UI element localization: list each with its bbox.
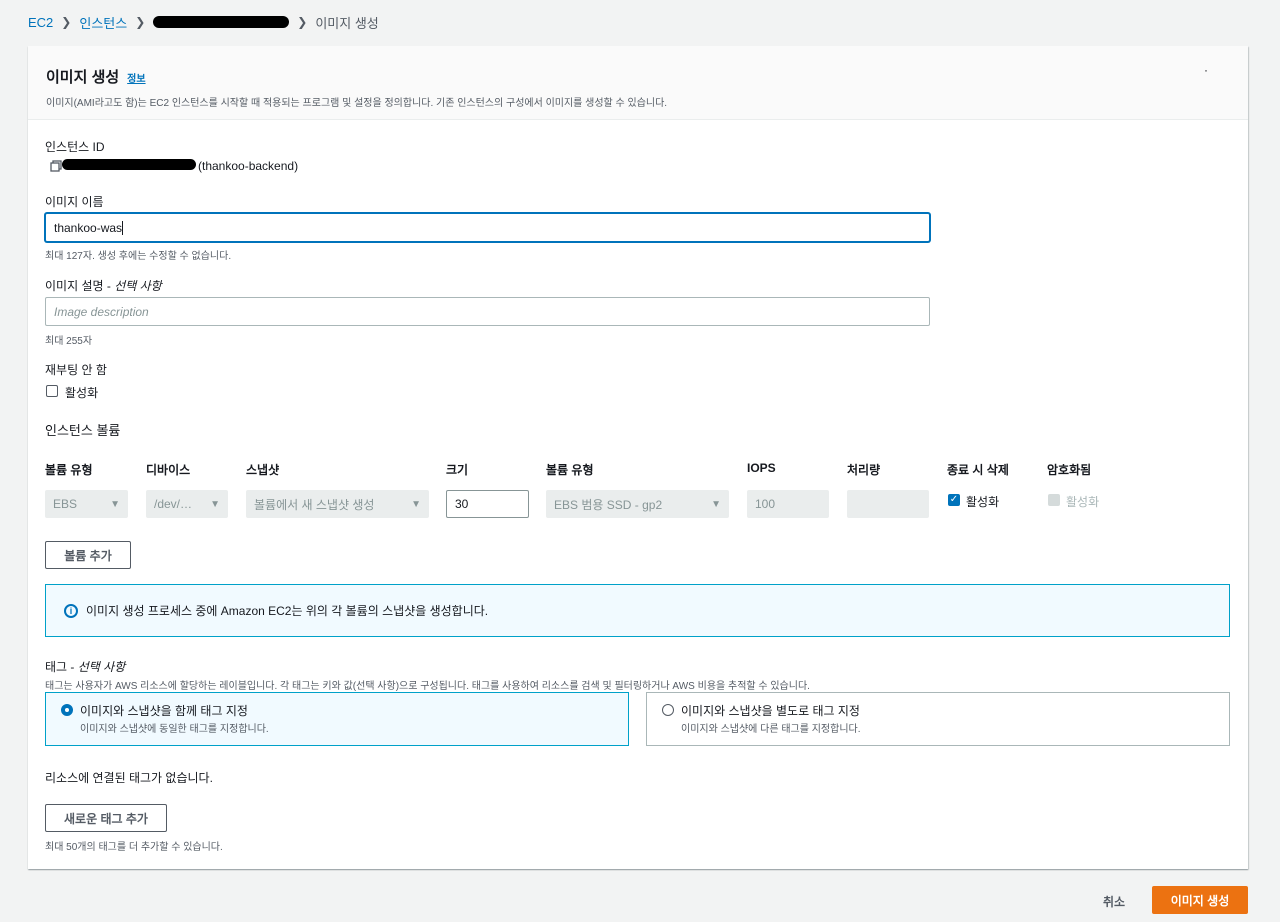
instance-id-label: 인스턴스 ID [45,140,105,154]
throughput-input[interactable] [847,490,929,518]
image-name-value: thankoo-was [54,220,123,235]
column-size: 크기 [446,463,469,477]
iops-value: 100 [755,497,776,511]
device-value: /dev/… [154,497,193,511]
tags-limit-hint: 최대 50개의 태그를 더 추가할 수 있습니다. [45,842,223,853]
check-icon: ✓ [949,494,959,505]
caret-down-icon: ▼ [711,498,721,510]
image-name-label: 이미지 이름 [45,195,104,209]
column-throughput: 처리량 [847,463,881,477]
breadcrumb: EC2 ❯ 인스턴스 ❯ ❯ 이미지 생성 [28,12,379,32]
volume-type-value: EBS [53,497,78,511]
image-description-hint: 최대 255자 [45,336,93,347]
optional-text: 선택 사항 [114,279,162,293]
tags-label-text: 태그 - [45,660,78,674]
dot-mark: · [1204,63,1208,77]
tag-separate-desc: 이미지와 스냅샷에 다른 태그를 지정합니다. [681,724,861,735]
tag-together-option[interactable]: 이미지와 스냅샷을 함께 태그 지정 이미지와 스냅샷에 동일한 태그를 지정합… [45,692,629,746]
no-reboot-checkbox-label: 활성화 [65,386,99,400]
iops-input[interactable]: 100 [747,490,829,518]
tags-description: 태그는 사용자가 AWS 리소스에 할당하는 레이블입니다. 각 태그는 키와 … [45,681,810,692]
column-encrypted: 암호화됨 [1047,463,1092,477]
column-volume-type: 볼륨 유형 [45,463,93,477]
cancel-button[interactable]: 취소 [1103,893,1125,910]
size-input[interactable]: 30 [446,490,529,518]
column-ebs-volume-type: 볼륨 유형 [546,463,594,477]
image-description-label-text: 이미지 설명 - [45,279,115,293]
add-volume-button[interactable]: 볼륨 추가 [45,541,131,569]
snapshot-select[interactable]: 볼륨에서 새 스냅샷 생성 ▼ [246,490,429,518]
breadcrumb-ec2-link[interactable]: EC2 [28,15,53,30]
no-reboot-label: 재부팅 안 함 [45,363,107,377]
add-new-tag-button[interactable]: 새로운 태그 추가 [45,804,167,832]
chevron-right-icon: ❯ [135,15,146,29]
encrypted-checkbox[interactable] [1048,494,1060,506]
ebs-volume-type-value: EBS 범용 SSD - gp2 [554,497,663,512]
breadcrumb-current: 이미지 생성 [315,15,379,31]
redacted-instance-id-value [62,159,196,170]
caret-down-icon: ▼ [110,498,120,510]
info-link[interactable]: 정보 [127,70,145,85]
volume-type-select[interactable]: EBS ▼ [45,490,128,518]
create-image-button[interactable]: 이미지 생성 [1152,886,1248,914]
panel-header: 이미지 생성 정보 이미지(AMI라고도 함)는 EC2 인스턴스를 시작할 때… [28,46,1248,120]
snapshot-value: 볼륨에서 새 스냅샷 생성 [254,497,375,512]
image-name-input[interactable]: thankoo-was [45,213,930,242]
tag-together-radio[interactable] [61,704,73,716]
ebs-volume-type-select[interactable]: EBS 범용 SSD - gp2 ▼ [546,490,729,518]
snapshot-info-alert: i 이미지 생성 프로세스 중에 Amazon EC2는 위의 각 볼륨의 스냅… [45,584,1230,637]
image-description-placeholder: Image description [54,304,149,319]
tag-separate-radio[interactable] [662,704,674,716]
copy-icon[interactable] [50,159,62,172]
image-name-hint: 최대 127자. 생성 후에는 수정할 수 없습니다. [45,251,232,262]
caret-down-icon: ▼ [411,498,421,510]
image-description-label: 이미지 설명 - 선택 사항 [45,277,162,294]
encrypted-label: 활성화 [1066,495,1100,509]
info-icon: i [64,603,78,618]
delete-on-termination-label: 활성화 [966,495,1000,509]
column-snapshot: 스냅샷 [246,463,280,477]
page-title: 이미지 생성 정보 [46,66,1230,87]
optional-text: 선택 사항 [77,660,126,674]
tag-together-title: 이미지와 스냅샷을 함께 태그 지정 [80,704,248,718]
tags-label: 태그 - 선택 사항 [45,658,125,675]
create-image-panel: 이미지 생성 정보 이미지(AMI라고도 함)는 EC2 인스턴스를 시작할 때… [28,46,1248,869]
tag-separate-title: 이미지와 스냅샷을 별도로 태그 지정 [681,704,860,718]
page-title-text: 이미지 생성 [46,69,120,86]
size-value: 30 [455,497,469,511]
image-description-input[interactable]: Image description [45,297,930,326]
chevron-right-icon: ❯ [297,15,308,29]
page-description: 이미지(AMI라고도 함)는 EC2 인스턴스를 시작할 때 적용되는 프로그램… [46,98,668,109]
alert-text: 이미지 생성 프로세스 중에 Amazon EC2는 위의 각 볼륨의 스냅샷을… [86,604,489,618]
column-device: 디바이스 [146,463,191,477]
delete-on-termination-checkbox[interactable]: ✓ [948,494,960,506]
instance-name: (thankoo-backend) [198,159,299,173]
redacted-instance-id[interactable] [153,16,290,28]
column-iops: IOPS [747,461,776,475]
tag-together-desc: 이미지와 스냅샷에 동일한 태그를 지정합니다. [80,724,269,735]
device-select[interactable]: /dev/… ▼ [146,490,228,518]
tag-separate-option[interactable]: 이미지와 스냅샷을 별도로 태그 지정 이미지와 스냅샷에 다른 태그를 지정합… [646,692,1230,746]
breadcrumb-instances-link[interactable]: 인스턴스 [79,13,127,32]
instance-volumes-title: 인스턴스 볼륨 [45,423,121,438]
caret-down-icon: ▼ [210,498,220,510]
column-delete-on-termination: 종료 시 삭제 [947,463,1009,477]
no-reboot-checkbox[interactable] [46,385,58,397]
text-cursor [122,220,124,235]
no-tags-text: 리소스에 연결된 태그가 없습니다. [45,771,213,785]
chevron-right-icon: ❯ [61,15,72,29]
